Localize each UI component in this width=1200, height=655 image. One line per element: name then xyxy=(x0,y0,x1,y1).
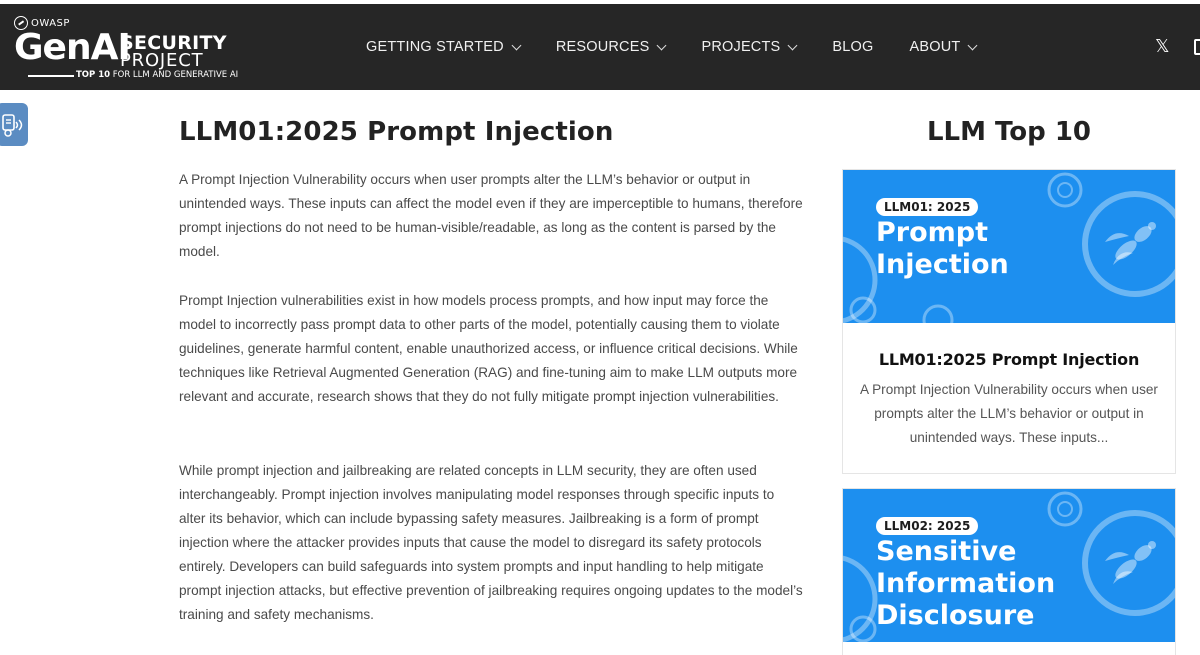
article-paragraph: While prompt injection and jailbreaking … xyxy=(179,463,803,622)
nav-getting-started[interactable]: GETTING STARTED xyxy=(366,39,522,55)
card-banner-line: Disclosure xyxy=(876,600,1035,631)
sidebar-card-llm02[interactable]: LLM02: 2025 Sensitive Information Disclo… xyxy=(842,488,1176,655)
card-banner-image: LLM02: 2025 Sensitive Information Disclo… xyxy=(843,489,1175,642)
card-badge: LLM01: 2025 xyxy=(876,198,979,216)
chevron-down-icon xyxy=(657,40,667,50)
logo-project-text: PROJECT xyxy=(120,50,204,71)
genai-security-project-logo[interactable]: OWASP GenAI SECURITY PROJECT TOP 10 FOR … xyxy=(12,14,238,84)
card-badge: LLM02: 2025 xyxy=(876,517,979,535)
nav-blog-label: BLOG xyxy=(832,39,874,55)
chevron-down-icon xyxy=(968,40,978,50)
logo-tagline-bold: TOP 10 xyxy=(76,70,111,80)
nav-resources-label: RESOURCES xyxy=(555,39,650,55)
logo-genai-text: GenAI xyxy=(14,27,131,68)
sidebar-title: LLM Top 10 xyxy=(926,117,1092,147)
page-title: LLM01:2025 Prompt Injection xyxy=(179,117,614,147)
chevron-down-icon xyxy=(787,40,798,50)
card-banner-title: Prompt Injection xyxy=(876,217,1009,281)
social-icon-partial[interactable] xyxy=(1194,39,1200,55)
x-twitter-icon[interactable]: 𝕏 xyxy=(1155,37,1170,57)
nav-about[interactable]: ABOUT xyxy=(909,39,978,55)
article-paragraph: Prompt Injection vulnerabilities exist i… xyxy=(179,293,798,404)
article-paragraph: A Prompt Injection Vulnerability occurs … xyxy=(179,172,803,259)
sidebar-card-llm01[interactable]: LLM01: 2025 Prompt Injection LLM01:2025 … xyxy=(842,169,1176,474)
card-heading[interactable]: LLM01:2025 Prompt Injection xyxy=(843,350,1175,369)
accessibility-audio-glyph xyxy=(2,113,23,137)
card-banner-line: Information xyxy=(876,568,1056,599)
logo-underline xyxy=(28,75,74,77)
logo-tagline-rest: FOR LLM AND GENERATIVE AI xyxy=(110,70,239,80)
nav-about-label: ABOUT xyxy=(909,39,961,55)
nav-resources[interactable]: RESOURCES xyxy=(555,39,667,55)
card-banner-line: Injection xyxy=(876,249,1009,280)
card-banner-image: LLM01: 2025 Prompt Injection xyxy=(843,170,1175,323)
card-banner-line: Prompt xyxy=(876,217,989,248)
site-header: OWASP GenAI SECURITY PROJECT TOP 10 FOR … xyxy=(0,4,1200,90)
card-body: LLM01:2025 Prompt Injection A Prompt Inj… xyxy=(843,323,1175,450)
nav-projects-label: PROJECTS xyxy=(701,39,781,55)
nav-blog[interactable]: BLOG xyxy=(832,39,873,55)
card-banner-line: Sensitive xyxy=(876,536,1017,567)
card-excerpt: A Prompt Injection Vulnerability occurs … xyxy=(860,382,1158,445)
nav-getting-started-label: GETTING STARTED xyxy=(366,39,504,55)
card-banner-title: Sensitive Information Disclosure xyxy=(876,536,1055,632)
nav-projects[interactable]: PROJECTS xyxy=(701,39,798,55)
logo-tagline: TOP 10 FOR LLM AND GENERATIVE AI xyxy=(76,70,238,80)
main-nav: GETTING STARTED RESOURCES PROJECTS BLOG … xyxy=(366,4,1012,90)
chevron-down-icon xyxy=(511,40,522,50)
accessibility-audio-icon[interactable] xyxy=(0,103,28,146)
